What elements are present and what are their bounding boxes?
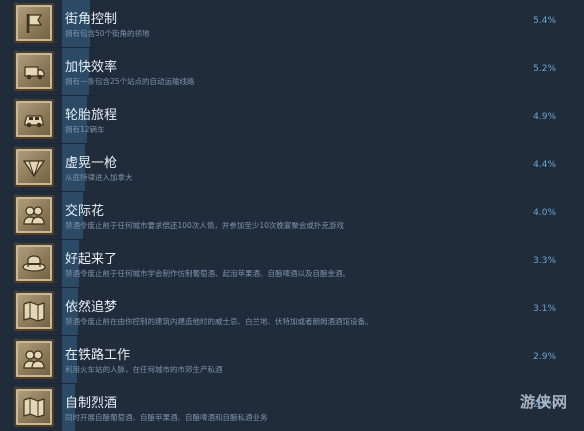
- achievement-title: 交际花: [65, 204, 105, 219]
- map-icon: [14, 387, 54, 427]
- car-icon: [14, 99, 54, 139]
- achievement-percent: 4.4%: [533, 160, 556, 170]
- achievement-title: 在铁路工作: [65, 348, 131, 363]
- achievement-description: 同时开展自酿葡萄酒、自酿苹果酒、自酿啤酒和自酿私酒业务: [65, 413, 268, 422]
- achievement-description: 禁酒令废止前于任何城市要求偿还100次人情，并参加至少10次晚宴聚会或扑克游戏: [65, 221, 344, 230]
- achievement-percent: 4.0%: [533, 208, 556, 218]
- achievement-title: 街角控制: [65, 12, 118, 27]
- achievement-title: 轮胎旅程: [65, 108, 118, 123]
- achievement-row[interactable]: 虚晃一枪 从底特律进入加拿大 4.4%: [0, 144, 584, 191]
- achievement-description: 禁酒令废止前在由你控制的建筑内建造他时的威士忌、白兰地、伏特加或者朗姆酒酒馆设备…: [65, 317, 373, 326]
- achievement-title: 加快效率: [65, 60, 118, 75]
- achievement-description: 从底特律进入加拿大: [65, 173, 133, 182]
- achievement-row[interactable]: 在铁路工作 利用火车站的人脉，在任何城市的市郊生产私酒 2.9%: [0, 336, 584, 383]
- achievement-title: 虚晃一枪: [65, 156, 118, 171]
- achievement-description: 利用火车站的人脉，在任何城市的市郊生产私酒: [65, 365, 223, 374]
- achievement-row[interactable]: 交际花 禁酒令废止前于任何城市要求偿还100次人情，并参加至少10次晚宴聚会或扑…: [0, 192, 584, 239]
- achievement-row[interactable]: 好起来了 禁酒令废止前于任何城市学会制作仿制葡萄酒、起泡苹果酒、自酿啤酒以及自酿…: [0, 240, 584, 287]
- achievement-percent: 3.1%: [533, 304, 556, 314]
- achievement-description: 拥有包含50个街角的领地: [65, 29, 150, 38]
- achievement-percent: 5.4%: [533, 16, 556, 26]
- truck-icon: [14, 51, 54, 91]
- achievement-description: 拥有12辆车: [65, 125, 105, 134]
- watermark-logo: 游侠网: [519, 393, 568, 411]
- achievement-list: 街角控制 拥有包含50个街角的领地 5.4% 加快效率 拥有一条包含25个站点的…: [0, 0, 584, 431]
- achievement-row[interactable]: 依然追梦 禁酒令废止前在由你控制的建筑内建造他时的威士忌、白兰地、伏特加或者朗姆…: [0, 288, 584, 335]
- achievement-title: 好起来了: [65, 252, 118, 267]
- people-icon: [14, 339, 54, 379]
- achievement-title: 自制烈酒: [65, 396, 118, 411]
- map-icon: [14, 291, 54, 331]
- achievement-row[interactable]: 街角控制 拥有包含50个街角的领地 5.4%: [0, 0, 584, 47]
- achievement-title: 依然追梦: [65, 300, 118, 315]
- flag-icon: [14, 3, 54, 43]
- people-icon: [14, 195, 54, 235]
- achievement-percent: 5.2%: [533, 64, 556, 74]
- diamond-icon: [14, 147, 54, 187]
- achievement-row[interactable]: 自制烈酒 同时开展自酿葡萄酒、自酿苹果酒、自酿啤酒和自酿私酒业务 2.6%: [0, 384, 584, 431]
- achievement-percent: 4.9%: [533, 112, 556, 122]
- achievement-percent: 3.3%: [533, 256, 556, 266]
- achievement-description: 拥有一条包含25个站点的自动运输线路: [65, 77, 195, 86]
- achievement-percent: 2.9%: [533, 352, 556, 362]
- achievement-row[interactable]: 轮胎旅程 拥有12辆车 4.9%: [0, 96, 584, 143]
- achievement-row[interactable]: 加快效率 拥有一条包含25个站点的自动运输线路 5.2%: [0, 48, 584, 95]
- hat-icon: [14, 243, 54, 283]
- achievement-description: 禁酒令废止前于任何城市学会制作仿制葡萄酒、起泡苹果酒、自酿啤酒以及自酿金酒。: [65, 269, 350, 278]
